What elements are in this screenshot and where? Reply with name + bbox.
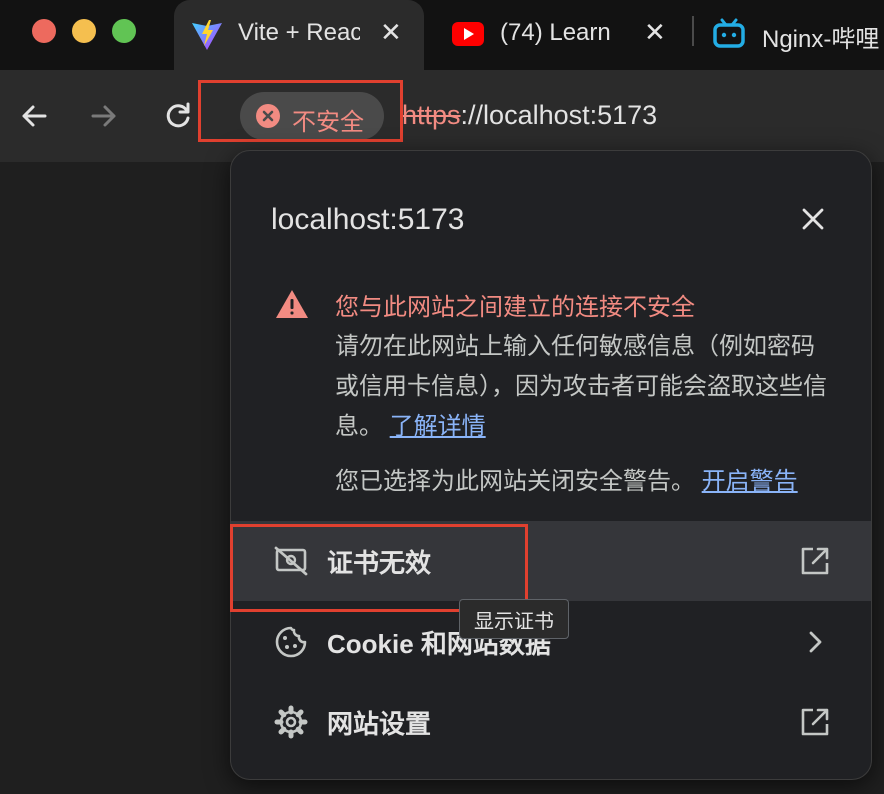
site-settings-row-label: 网站设置 — [327, 708, 432, 739]
zoom-window-button[interactable] — [112, 19, 136, 43]
tab-bilibili[interactable]: Nginx-哔哩 — [700, 0, 884, 70]
tab-vite-react[interactable]: Vite + React ✕ — [174, 0, 424, 70]
tab-youtube[interactable]: (74) Learn ✕ — [440, 0, 676, 70]
reload-button[interactable] — [160, 98, 196, 134]
close-window-button[interactable] — [32, 19, 56, 43]
forward-button[interactable] — [86, 98, 122, 134]
external-link-icon — [797, 704, 833, 740]
gear-icon — [273, 704, 309, 740]
bilibili-icon — [712, 16, 746, 57]
show-certificate-tooltip: 显示证书 — [459, 599, 569, 639]
annotation-box-security-chip — [198, 80, 403, 142]
tab-strip: Vite + React ✕ (74) Learn ✕ Nginx-哔哩 — [0, 0, 884, 70]
browser-toolbar: 不安全 https://localhost:5173 — [0, 70, 884, 162]
popup-close-button[interactable] — [797, 203, 829, 235]
tab-separator — [692, 16, 694, 46]
arrow-right-icon — [91, 105, 116, 127]
site-info-popup: localhost:5173 您与此网站之间建立的连接不安全 请勿在此网站上输入… — [230, 150, 872, 780]
url-scheme: https — [402, 100, 461, 130]
external-link-icon — [797, 543, 833, 579]
warning-heading: 您与此网站之间建立的连接不安全 — [335, 294, 695, 321]
warning-note: 您已选择为此网站关闭安全警告。 开启警告 — [335, 461, 798, 496]
back-button[interactable] — [16, 98, 52, 134]
reload-icon — [166, 102, 190, 128]
warning-note-text: 您已选择为此网站关闭安全警告。 — [335, 468, 695, 495]
learn-more-link[interactable]: 了解详情 — [390, 413, 486, 440]
warning-body: 请勿在此网站上输入任何敏感信息（例如密码或信用卡信息），因为攻击者可能会盗取这些… — [335, 327, 831, 447]
warning-triangle-icon — [275, 289, 309, 324]
popup-title: localhost:5173 — [271, 203, 465, 236]
chevron-right-icon — [797, 624, 833, 660]
youtube-icon — [452, 22, 484, 53]
address-bar-url[interactable]: https://localhost:5173 — [402, 100, 657, 131]
tab-close-icon[interactable]: ✕ — [380, 17, 402, 48]
cookie-icon — [273, 624, 309, 660]
vite-icon — [190, 18, 224, 52]
tab-title: Nginx-哔哩 — [762, 26, 880, 53]
tab-title: Vite + React — [238, 19, 360, 46]
tab-close-icon[interactable]: ✕ — [644, 17, 666, 48]
url-host: ://localhost:5173 — [460, 100, 658, 130]
minimize-window-button[interactable] — [72, 19, 96, 43]
close-icon — [802, 208, 824, 230]
site-settings-row[interactable]: 网站设置 — [231, 682, 871, 762]
tab-title: (74) Learn — [500, 19, 611, 46]
arrow-left-icon — [22, 105, 47, 127]
enable-warnings-link[interactable]: 开启警告 — [702, 468, 798, 495]
